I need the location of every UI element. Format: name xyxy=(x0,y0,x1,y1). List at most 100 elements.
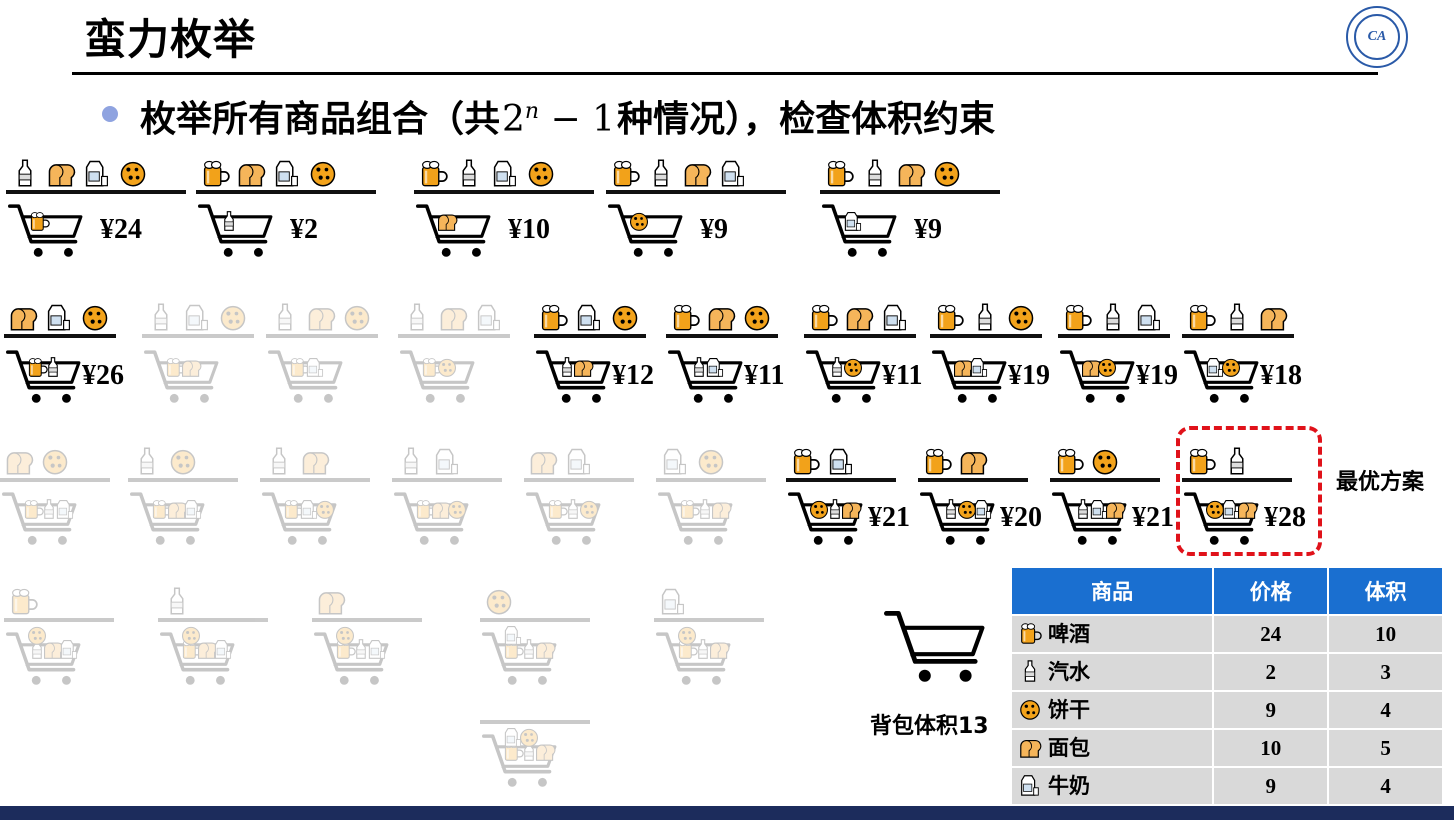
bottle-icon xyxy=(454,158,484,192)
milk-icon xyxy=(968,356,990,382)
bottle-icon xyxy=(146,302,176,336)
shelf-line xyxy=(656,478,766,482)
shelf-line xyxy=(606,190,786,194)
milk-icon xyxy=(1134,302,1164,336)
goods-name-cell: 面包 xyxy=(1009,728,1215,768)
milk-icon xyxy=(474,302,504,336)
bottom-bar xyxy=(0,806,1454,820)
beer-icon xyxy=(922,446,952,480)
beer-icon xyxy=(28,210,50,236)
bread-icon xyxy=(436,210,458,236)
bread-icon xyxy=(316,586,346,620)
bottle-icon xyxy=(270,302,300,336)
bullet-suffix: 种情况），检查体积约束 xyxy=(617,99,996,140)
goods-volume: 3 xyxy=(1327,652,1444,692)
cookie-icon xyxy=(1220,356,1242,382)
goods-volume: 5 xyxy=(1327,728,1444,768)
cookie-icon xyxy=(436,356,458,382)
cookie-icon xyxy=(314,498,336,524)
price-label: ¥24 xyxy=(100,214,142,245)
goods-volume: 10 xyxy=(1327,614,1444,654)
milk-icon xyxy=(718,158,748,192)
cookie-icon xyxy=(1090,446,1120,480)
cookie-icon xyxy=(168,446,198,480)
cookie-icon xyxy=(932,158,962,192)
goods-price: 2 xyxy=(1212,652,1330,692)
price-label: ¥20 xyxy=(1000,502,1042,533)
shelf-line xyxy=(414,190,594,194)
beer-icon xyxy=(1062,302,1092,336)
price-label: ¥11 xyxy=(744,360,785,391)
table-row: 牛奶 9 4 xyxy=(1009,766,1444,806)
milk-icon xyxy=(44,302,74,336)
cookie-icon xyxy=(484,586,514,620)
cookie-icon xyxy=(742,302,772,336)
bread-icon xyxy=(710,498,732,524)
beer-icon xyxy=(418,158,448,192)
shelf-line xyxy=(260,478,370,482)
beer-icon xyxy=(934,302,964,336)
cookie-icon xyxy=(446,498,468,524)
shelf-line xyxy=(918,478,1028,482)
goods-volume: 4 xyxy=(1327,766,1444,806)
beer-icon xyxy=(790,446,820,480)
cookie-icon xyxy=(342,302,372,336)
milk-icon xyxy=(490,158,520,192)
shelf-line xyxy=(820,190,1000,194)
milk-icon xyxy=(842,210,864,236)
bottle-icon xyxy=(42,356,64,382)
optimal-highlight-box xyxy=(1176,426,1322,556)
price-label: ¥18 xyxy=(1260,360,1302,391)
goods-price: 24 xyxy=(1212,614,1330,654)
milk-icon xyxy=(304,356,326,382)
bread-icon xyxy=(438,302,468,336)
cookie-icon xyxy=(1018,697,1042,726)
milk-icon xyxy=(82,158,112,192)
shelf-line xyxy=(534,334,646,338)
cookie-icon xyxy=(80,302,110,336)
milk-icon xyxy=(58,638,80,664)
cookie-icon xyxy=(1096,356,1118,382)
bottle-icon xyxy=(970,302,1000,336)
beer-icon xyxy=(1018,621,1042,650)
goods-name: 饼干 xyxy=(1048,698,1090,723)
goods-name-cell: 汽水 xyxy=(1009,652,1215,692)
bullet-prefix: 枚举所有商品组合（共 xyxy=(140,99,501,140)
milk-icon xyxy=(1018,773,1042,802)
bread-icon xyxy=(300,446,330,480)
goods-price: 9 xyxy=(1212,690,1330,730)
bottle-icon xyxy=(264,446,294,480)
cookie-icon xyxy=(696,446,726,480)
beer-icon xyxy=(670,302,700,336)
shelf-line xyxy=(196,190,376,194)
cookie-icon xyxy=(610,302,640,336)
cookie-icon xyxy=(118,158,148,192)
bread-icon xyxy=(572,356,594,382)
milk-icon xyxy=(182,302,212,336)
price-label: ¥2 xyxy=(290,214,318,245)
shelf-line xyxy=(6,190,186,194)
bread-icon xyxy=(1104,498,1126,524)
shelf-line xyxy=(312,618,422,622)
cookie-icon xyxy=(842,356,864,382)
bread-icon xyxy=(306,302,336,336)
milk-icon xyxy=(272,158,302,192)
bread-icon xyxy=(8,302,38,336)
cookie-icon xyxy=(518,726,540,752)
shelf-line xyxy=(266,334,378,338)
cookie-icon xyxy=(218,302,248,336)
milk-icon xyxy=(704,356,726,382)
milk-icon xyxy=(660,446,690,480)
milk-icon xyxy=(212,638,234,664)
bread-icon xyxy=(4,446,34,480)
cookie-icon xyxy=(334,624,356,650)
bread-icon xyxy=(706,302,736,336)
beer-icon xyxy=(610,158,640,192)
goods-name-cell: 牛奶 xyxy=(1009,766,1215,806)
price-label: ¥10 xyxy=(508,214,550,245)
bread-icon xyxy=(236,158,266,192)
bottle-icon xyxy=(1222,302,1252,336)
bullet-math: 2n − 1 xyxy=(502,99,616,140)
bottle-icon xyxy=(10,158,40,192)
cookie-icon xyxy=(628,210,650,236)
